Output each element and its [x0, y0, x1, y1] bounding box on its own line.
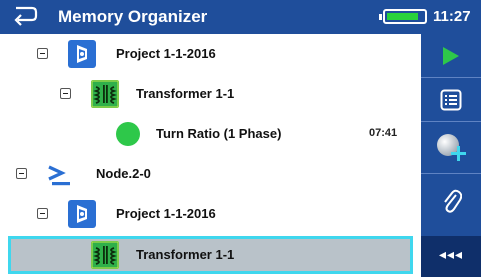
tree-row-label: Transformer 1-1: [136, 247, 235, 262]
tree-panel: Project 1-1-2016 Transformer 1-1 Turn Ra…: [0, 34, 421, 277]
page-title: Memory Organizer: [58, 7, 208, 26]
tree-row-transformer-selected[interactable]: Transformer 1-1: [8, 236, 413, 274]
collapse-icon[interactable]: [37, 208, 48, 219]
list-icon: [440, 89, 462, 111]
add-measurement-icon: [437, 134, 466, 161]
tree-row-node[interactable]: Node.2-0: [0, 154, 421, 194]
add-measurement-button[interactable]: [421, 122, 481, 173]
back-arrow-icon[interactable]: [12, 5, 40, 27]
tree-row-label: Node.2-0: [96, 166, 151, 181]
tree-row-label: Transformer 1-1: [136, 86, 235, 101]
tree-row-label: Project 1-1-2016: [116, 206, 216, 221]
attachment-icon: [444, 189, 462, 213]
project-icon: [68, 40, 96, 68]
test-status-dot-icon: [116, 122, 140, 146]
view-list-button[interactable]: [421, 78, 481, 121]
project-icon: [68, 200, 96, 228]
more-options-button[interactable]: ◂◂◂: [421, 236, 481, 277]
play-icon: [443, 47, 459, 65]
measurement-time: 07:41: [369, 127, 398, 139]
transformer-icon: [91, 80, 119, 108]
transformer-icon: [91, 241, 119, 269]
tree-row-measurement[interactable]: Turn Ratio (1 Phase) 07:41: [0, 114, 421, 154]
title-bar: Memory Organizer 11:27: [0, 0, 481, 34]
right-toolbar: ◂◂◂: [421, 34, 481, 277]
tree-row-transformer[interactable]: Transformer 1-1: [0, 74, 421, 114]
battery-icon: [379, 9, 427, 24]
more-icon: ◂◂◂: [438, 246, 464, 262]
clock: 11:27: [433, 8, 471, 25]
attachment-button[interactable]: [421, 174, 481, 226]
collapse-icon[interactable]: [16, 168, 27, 179]
collapse-icon[interactable]: [37, 48, 48, 59]
tree-row-project[interactable]: Project 1-1-2016: [0, 194, 421, 234]
tree-row-label: Project 1-1-2016: [116, 46, 216, 61]
start-test-button[interactable]: [421, 34, 481, 77]
tree-row-label: Turn Ratio (1 Phase): [156, 126, 282, 141]
tree-row-project[interactable]: Project 1-1-2016: [0, 34, 421, 74]
node-icon: [48, 165, 70, 186]
collapse-icon[interactable]: [60, 88, 71, 99]
